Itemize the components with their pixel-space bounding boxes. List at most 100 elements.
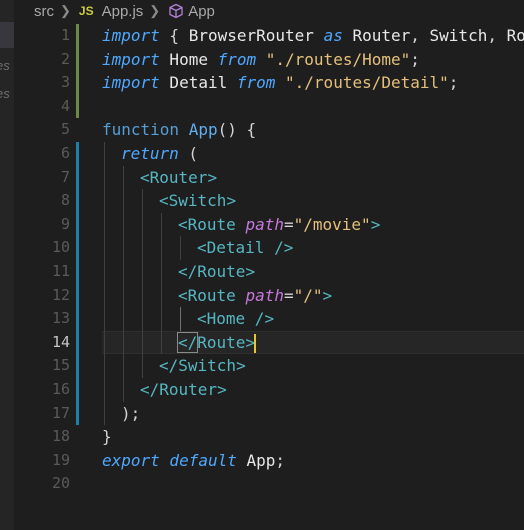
keyword: export	[102, 450, 160, 470]
explorer-item-fragment[interactable]: es	[0, 58, 10, 73]
identifier: Switch	[429, 26, 488, 45]
jsx-tag: Detail	[206, 238, 265, 258]
line-number[interactable]: 7	[14, 166, 70, 190]
code-line-20[interactable]	[102, 472, 524, 496]
line-number[interactable]: 13	[14, 307, 70, 331]
line-number[interactable]: 8	[14, 189, 70, 213]
text-cursor	[254, 333, 257, 353]
jsx-tag: Route	[197, 261, 246, 281]
identifier: BrowserRouter	[188, 26, 314, 45]
punctuation: ,	[487, 26, 507, 45]
line-number[interactable]: 17	[14, 402, 70, 426]
code-line-12[interactable]: <Route path="/">	[102, 283, 524, 308]
breadcrumb-symbol[interactable]: App	[188, 3, 215, 20]
tag-bracket: >	[236, 356, 246, 376]
jsx-tag: Home	[206, 309, 246, 329]
line-number[interactable]: 19	[14, 449, 70, 473]
breadcrumb-folder[interactable]: src	[34, 3, 54, 20]
code-line-11[interactable]: </Route>	[102, 259, 524, 284]
code-line-2[interactable]: import Home from "./routes/Home";	[102, 48, 524, 72]
javascript-file-icon: JS	[78, 4, 94, 18]
code-line-19[interactable]: export default App;	[102, 449, 524, 473]
line-number[interactable]: 12	[14, 284, 70, 308]
tag-bracket: <	[178, 285, 188, 305]
line-number-gutter[interactable]: 1 2 3 4 5 6 7 8 9 10 11 12 13 14 15 16 17 18 19 20	[14, 24, 70, 496]
explorer-edge[interactable]: es es	[0, 0, 14, 530]
punctuation: () {	[217, 120, 257, 140]
tag-bracket: <	[197, 238, 207, 258]
jsx-tag: Route	[197, 332, 246, 352]
code-line-6[interactable]: return (	[102, 141, 524, 166]
keyword: default	[159, 450, 237, 470]
code-line-16[interactable]: </Router>	[102, 377, 524, 402]
code-editor[interactable]: import { BrowserRouter as Router, Switch…	[102, 24, 524, 496]
jsx-tag: Route	[187, 214, 236, 234]
tag-bracket: >	[322, 285, 333, 305]
tag-bracket: />	[264, 238, 294, 258]
string: "./routes/Detail"	[275, 73, 449, 93]
keyword: return	[121, 143, 179, 163]
identifier: Home	[159, 49, 218, 69]
code-line-15[interactable]: </Switch>	[102, 354, 524, 378]
line-number[interactable]: 15	[14, 354, 70, 378]
identifier: Detail	[159, 73, 237, 93]
line-number[interactable]: 16	[14, 378, 70, 402]
punctuation: ;	[448, 73, 459, 93]
string: "./routes/Home"	[256, 49, 411, 69]
code-line-4[interactable]	[102, 95, 524, 119]
git-added-indicator[interactable]	[76, 24, 79, 119]
string: "/"	[293, 285, 323, 305]
punctuation: (	[178, 143, 199, 163]
code-line-1[interactable]: import { BrowserRouter as Router, Switch…	[102, 24, 524, 48]
line-number[interactable]: 10	[14, 236, 70, 260]
breadcrumb-file[interactable]: App.js	[102, 3, 144, 20]
line-number[interactable]: 14	[14, 331, 70, 355]
code-line-13[interactable]: <Home />	[102, 307, 524, 331]
jsx-attribute: path	[235, 214, 284, 234]
git-modified-indicator[interactable]	[76, 141, 79, 425]
code-line-7[interactable]: <Router>	[102, 165, 524, 190]
line-number[interactable]: 1	[14, 24, 70, 48]
line-number[interactable]: 9	[14, 213, 70, 237]
punctuation: }	[102, 427, 112, 447]
punctuation: {	[159, 26, 189, 45]
punctuation: ;	[275, 450, 286, 470]
line-number[interactable]: 3	[14, 71, 70, 95]
code-line-18[interactable]: }	[102, 425, 524, 449]
identifier: Router	[352, 26, 411, 45]
tag-bracket: <	[178, 214, 188, 234]
line-number[interactable]: 20	[14, 472, 70, 496]
jsx-tag: Router	[149, 167, 208, 187]
keyword: import	[102, 26, 160, 45]
line-number[interactable]: 4	[14, 95, 70, 119]
line-number[interactable]: 2	[14, 48, 70, 72]
punctuation: =	[283, 285, 294, 305]
line-number[interactable]: 11	[14, 260, 70, 284]
explorer-item-fragment[interactable]: es	[0, 86, 10, 101]
tag-bracket: <	[197, 309, 207, 329]
tag-bracket: </	[176, 331, 199, 353]
code-line-9[interactable]: <Route path="/movie">	[102, 212, 524, 237]
line-number[interactable]: 18	[14, 425, 70, 449]
function-name: App	[179, 120, 218, 140]
code-line-10[interactable]: <Detail />	[102, 236, 524, 260]
code-line-17[interactable]: );	[102, 401, 524, 426]
line-number[interactable]: 6	[14, 142, 70, 166]
keyword: function	[102, 120, 180, 140]
code-line-14-current[interactable]: </Route>	[102, 330, 524, 355]
breadcrumb: src ❯ JS App.js ❯ App	[34, 0, 215, 22]
jsx-tag: Switch	[168, 191, 227, 211]
tag-bracket: >	[226, 191, 237, 211]
tag-bracket: </	[178, 261, 198, 281]
line-number[interactable]: 5	[14, 118, 70, 142]
tag-bracket: <	[140, 167, 150, 187]
code-line-5[interactable]: function App() {	[102, 118, 524, 142]
code-line-3[interactable]: import Detail from "./routes/Detail";	[102, 71, 524, 95]
punctuation: );	[121, 403, 141, 423]
keyword: import	[102, 49, 160, 69]
punctuation: ;	[410, 49, 420, 69]
string: "/movie"	[293, 214, 371, 234]
code-line-8[interactable]: <Switch>	[102, 189, 524, 213]
tag-bracket: >	[217, 379, 227, 399]
explorer-selected-row[interactable]	[0, 22, 14, 48]
